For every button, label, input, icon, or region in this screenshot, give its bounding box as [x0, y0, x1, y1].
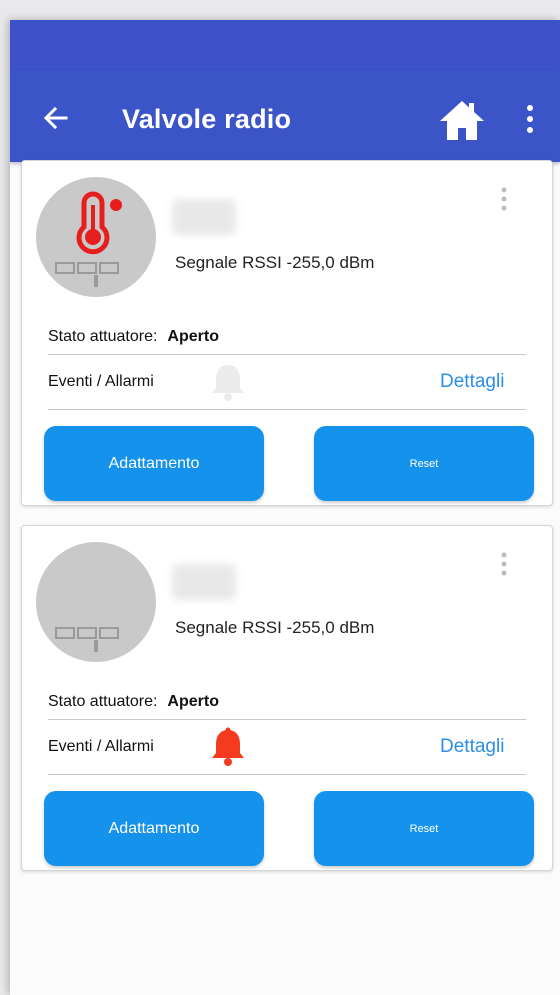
adaptation-button[interactable]: Adattamento: [44, 426, 264, 501]
arrow-left-icon: [43, 106, 68, 130]
page-title: Valvole radio: [122, 104, 292, 134]
actuator-status-value: Aperto: [167, 328, 219, 345]
actuator-status-label: Stato attuatore:: [48, 693, 158, 710]
reset-button[interactable]: Reset: [314, 791, 534, 866]
adaptation-button[interactable]: Adattamento: [44, 791, 264, 866]
back-button[interactable]: [38, 100, 74, 136]
details-link[interactable]: Dettagli: [440, 736, 504, 758]
divider: [48, 354, 526, 355]
home-button[interactable]: [438, 98, 486, 142]
device-name-redacted: [172, 199, 236, 235]
details-link[interactable]: Dettagli: [440, 371, 504, 393]
signal-strength: Segnale RSSI -255,0 dBm: [175, 253, 375, 272]
valve-card: Segnale RSSI -255,0 dBm Stato attuatore:…: [21, 160, 553, 506]
card-menu-button[interactable]: [496, 185, 512, 217]
card-menu-button[interactable]: [496, 550, 512, 582]
actuator-status-row: Stato attuatore: Aperto: [48, 328, 219, 346]
more-vertical-icon: [527, 105, 533, 133]
events-label: Eventi / Allarmi: [48, 738, 154, 755]
divider: [48, 719, 526, 720]
signal-strength: Segnale RSSI -255,0 dBm: [175, 618, 375, 637]
actuator-status-value: Aperto: [167, 693, 219, 710]
more-vertical-icon: [501, 187, 507, 211]
overflow-menu-button[interactable]: [520, 102, 540, 136]
divider: [48, 774, 526, 775]
valve-avatar: [34, 175, 158, 299]
bell-icon: [208, 361, 248, 403]
status-bar: [10, 20, 560, 70]
more-vertical-icon: [501, 552, 507, 576]
app-bar: Valvole radio: [10, 70, 560, 162]
valve-avatar: [34, 540, 158, 664]
valve-card: Segnale RSSI -255,0 dBm Stato attuatore:…: [21, 525, 553, 871]
bell-alarm-icon: [208, 726, 248, 768]
actuator-status-label: Stato attuatore:: [48, 328, 158, 345]
divider: [48, 409, 526, 410]
device-name-redacted: [172, 564, 236, 600]
home-icon: [440, 101, 484, 140]
actuator-status-row: Stato attuatore: Aperto: [48, 693, 219, 711]
reset-button[interactable]: Reset: [314, 426, 534, 501]
app-screen: Valvole radio Segnale RSSI -255,0 dBm St…: [10, 20, 560, 995]
events-label: Eventi / Allarmi: [48, 373, 154, 390]
